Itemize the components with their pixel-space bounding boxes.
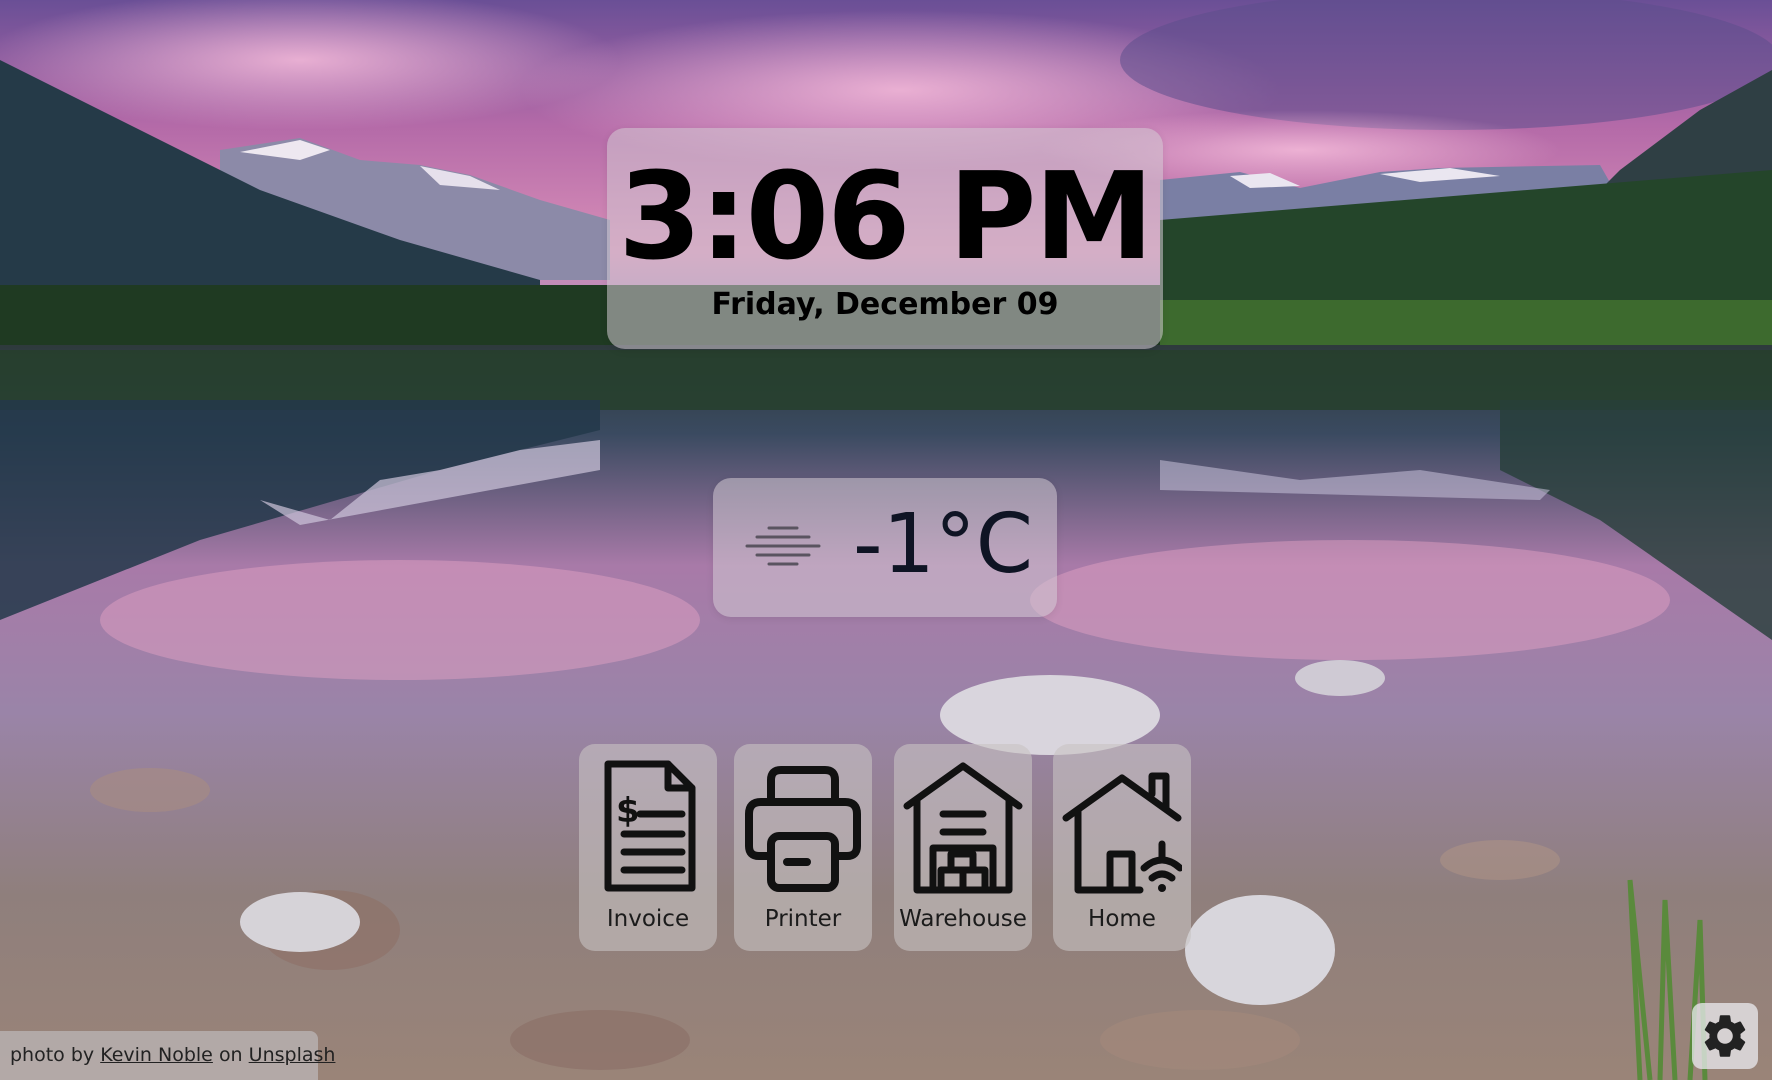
weather-temperature: -1°C bbox=[852, 497, 1033, 592]
shortcut-label: Printer bbox=[764, 906, 842, 932]
warehouse-icon bbox=[903, 762, 1023, 894]
smart-home-icon bbox=[1062, 772, 1182, 894]
shortcut-home[interactable]: Home bbox=[1053, 744, 1191, 951]
shortcut-invoice[interactable]: $ Invoice bbox=[579, 744, 717, 951]
shortcut-label: Home bbox=[1088, 906, 1156, 932]
invoice-icon: $ bbox=[604, 760, 696, 892]
settings-button[interactable] bbox=[1692, 1003, 1758, 1069]
credit-site-link[interactable]: Unsplash bbox=[249, 1044, 336, 1066]
shortcut-warehouse[interactable]: Warehouse bbox=[894, 744, 1032, 951]
credit-prefix: photo by bbox=[10, 1044, 95, 1066]
svg-text:$: $ bbox=[616, 791, 640, 831]
clock-widget: 3:06 PM Friday, December 09 bbox=[607, 128, 1163, 349]
credit-middle: on bbox=[218, 1044, 243, 1066]
printer-icon bbox=[745, 766, 861, 892]
weather-widget[interactable]: -1°C bbox=[713, 478, 1057, 617]
shortcut-label: Warehouse bbox=[899, 906, 1027, 932]
shortcut-label: Invoice bbox=[606, 906, 690, 932]
clock-date: Friday, December 09 bbox=[711, 287, 1059, 322]
shortcut-printer[interactable]: Printer bbox=[734, 744, 872, 951]
fog-icon bbox=[745, 526, 821, 566]
photo-credit: photo by Kevin Noble on Unsplash bbox=[0, 1031, 335, 1080]
clock-time: 3:06 PM bbox=[618, 148, 1154, 287]
gear-icon bbox=[1704, 1015, 1746, 1057]
new-tab-page: 3:06 PM Friday, December 09 -1°C $ Invoi… bbox=[0, 0, 1772, 1080]
credit-author-link[interactable]: Kevin Noble bbox=[100, 1044, 213, 1066]
shortcut-tiles: $ Invoice Printer Warehouse Home bbox=[579, 744, 1191, 951]
